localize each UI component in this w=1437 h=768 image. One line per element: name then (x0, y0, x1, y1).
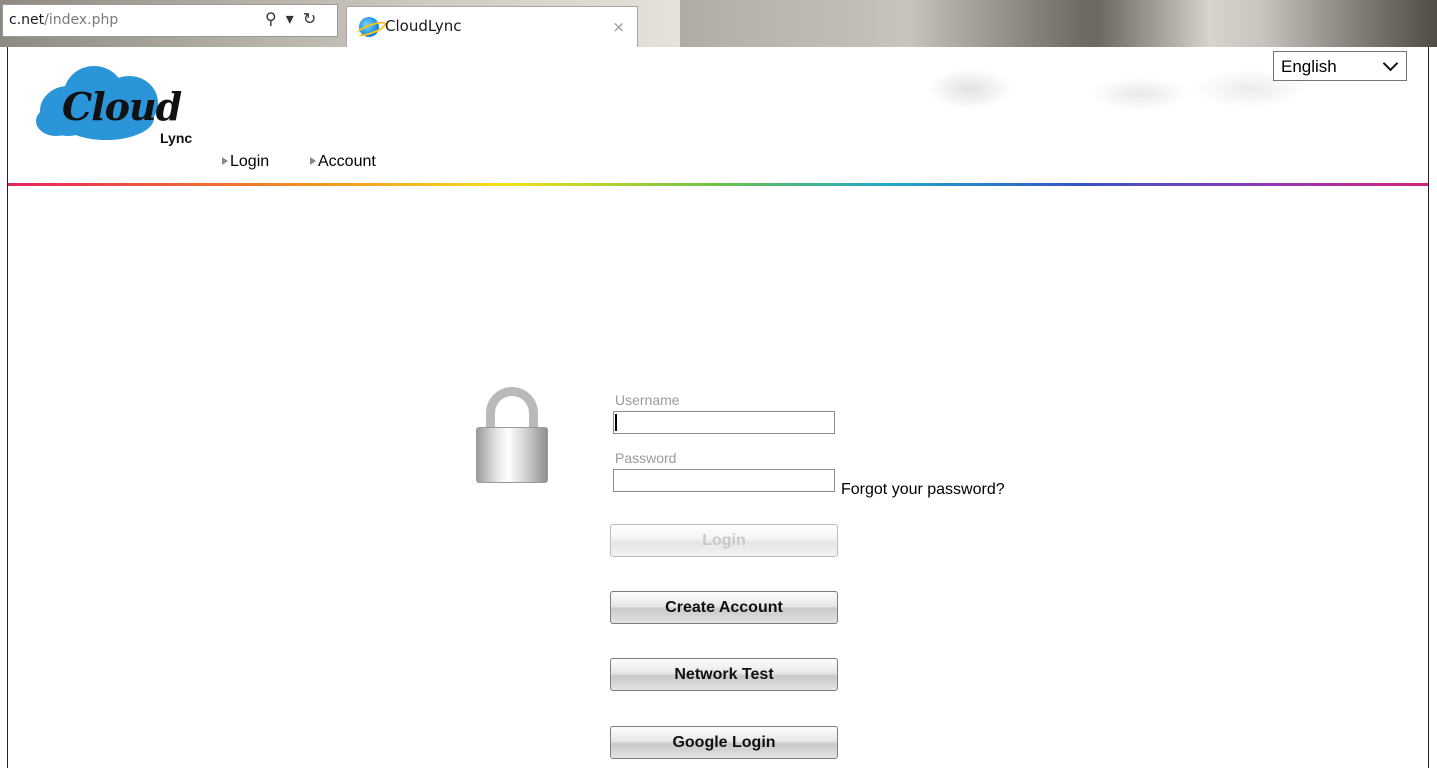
rainbow-divider (8, 183, 1428, 186)
chevron-down-icon (1382, 55, 1399, 72)
lock-icon (476, 387, 548, 483)
chrome-background (680, 0, 1437, 47)
create-account-button[interactable]: Create Account (610, 591, 838, 624)
page-viewport: English Cloud Lync Login Account Usernam… (7, 47, 1429, 768)
password-input[interactable] (613, 469, 835, 492)
username-label: Username (615, 392, 680, 408)
tab-title: CloudLync (385, 17, 462, 35)
logo-wordmark: Cloud (62, 84, 182, 129)
ie-icon (359, 17, 379, 37)
close-icon[interactable]: × (612, 18, 625, 36)
nav-account[interactable]: Account (310, 153, 376, 171)
cloudlync-logo[interactable]: Cloud Lync (34, 62, 234, 152)
language-value: English (1281, 57, 1337, 76)
forgot-password-link[interactable]: Forgot your password? (841, 481, 1005, 499)
nav-login-label: Login (230, 153, 270, 170)
browser-chrome: c.net/index.php ⚲ ▾ ↻ CloudLync × (0, 0, 1437, 47)
network-test-button[interactable]: Network Test (610, 658, 838, 691)
nav-login[interactable]: Login (222, 153, 269, 171)
browser-tab[interactable]: CloudLync × (346, 6, 638, 47)
address-url[interactable]: c.net/index.php (9, 12, 118, 28)
triangle-right-icon (222, 157, 228, 165)
password-label: Password (615, 450, 677, 466)
nav-account-label: Account (318, 153, 376, 170)
logo-subtitle: Lync (160, 130, 193, 146)
search-refresh-icons[interactable]: ⚲ ▾ ↻ (265, 9, 318, 28)
triangle-right-icon (310, 157, 316, 165)
address-bar[interactable]: c.net/index.php ⚲ ▾ ↻ (2, 4, 338, 37)
username-input[interactable] (613, 411, 835, 434)
google-login-button[interactable]: Google Login (610, 726, 838, 759)
address-path: /index.php (44, 12, 119, 28)
language-select[interactable]: English (1273, 51, 1407, 81)
text-cursor (615, 414, 617, 431)
address-host: c.net (9, 12, 45, 28)
login-button[interactable]: Login (610, 524, 838, 557)
